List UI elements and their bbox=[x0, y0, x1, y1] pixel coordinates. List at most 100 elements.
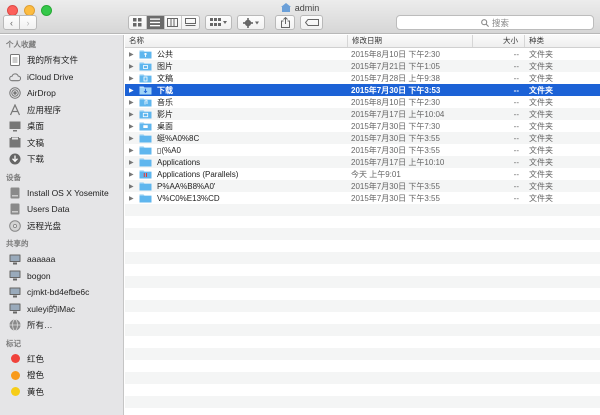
file-name: P%AA%B8%A0' bbox=[157, 181, 216, 191]
table-row[interactable]: ▶ 桌面 2015年7月30日 下午7:30 -- 文件夹 bbox=[125, 120, 600, 132]
sidebar-item-device-2[interactable]: 远程光盘 bbox=[0, 218, 123, 235]
sidebar-item-shared-0[interactable]: aaaaaa bbox=[0, 251, 123, 268]
icon-view-button[interactable] bbox=[129, 16, 147, 29]
file-name-cell: ▶ 下载 bbox=[125, 85, 348, 96]
file-name-cell: ▶ V%C0%E13%CD bbox=[125, 193, 348, 203]
table-row[interactable]: ▶ P%AA%B8%A0' 2015年7月30日 下午3:55 -- 文件夹 bbox=[125, 180, 600, 192]
table-row[interactable]: ▶ 音乐 2015年8月10日 下午2:30 -- 文件夹 bbox=[125, 96, 600, 108]
sidebar-item-tag-0[interactable]: 红色 bbox=[0, 351, 123, 368]
cover-flow-button[interactable] bbox=[182, 16, 199, 29]
sidebar-item-shared-3[interactable]: xuleyi的iMac bbox=[0, 301, 123, 318]
folder-icon bbox=[139, 134, 152, 143]
file-name-cell: ▶ ▯(%A0 bbox=[125, 145, 348, 155]
table-row[interactable]: ▶ Applications 2015年7月17日 上午10:10 -- 文件夹 bbox=[125, 156, 600, 168]
column-header-kind[interactable]: 种类 bbox=[525, 35, 600, 47]
table-row[interactable]: ▶ 公共 2015年8月10日 下午2:30 -- 文件夹 bbox=[125, 48, 600, 60]
documents-folder-icon bbox=[139, 74, 152, 83]
file-name: Applications bbox=[157, 157, 201, 167]
disclosure-triangle-icon[interactable]: ▶ bbox=[129, 51, 139, 58]
table-row[interactable]: ▶ 图片 2015年7月21日 下午1:05 -- 文件夹 bbox=[125, 60, 600, 72]
sidebar-item-device-0[interactable]: Install OS X Yosemite bbox=[0, 185, 123, 202]
disclosure-triangle-icon[interactable]: ▶ bbox=[129, 183, 139, 190]
file-size: -- bbox=[513, 169, 519, 179]
table-row[interactable]: ▶ V%C0%E13%CD 2015年7月30日 下午3:55 -- 文件夹 bbox=[125, 192, 600, 204]
file-date: 今天 上午9:01 bbox=[351, 169, 401, 179]
sidebar-item-favorite-0[interactable]: 我的所有文件 bbox=[0, 52, 123, 69]
action-menu-button[interactable] bbox=[237, 15, 265, 30]
file-name-cell: ▶ P%AA%B8%A0' bbox=[125, 181, 348, 191]
columns-icon bbox=[167, 18, 179, 27]
disclosure-triangle-icon[interactable]: ▶ bbox=[129, 135, 139, 142]
file-name-cell: ▶ 音乐 bbox=[125, 97, 348, 108]
forward-button[interactable]: › bbox=[19, 15, 37, 30]
sidebar-item-favorite-1[interactable]: iCloud Drive bbox=[0, 69, 123, 86]
disk-icon bbox=[9, 187, 21, 199]
empty-row bbox=[125, 384, 600, 396]
sidebar-item-label: bogon bbox=[27, 270, 51, 281]
disclosure-triangle-icon[interactable]: ▶ bbox=[129, 147, 139, 154]
sidebar-item-favorite-6[interactable]: 下载 bbox=[0, 151, 123, 168]
sidebar-item-tag-1[interactable]: 橙色 bbox=[0, 367, 123, 384]
sidebar-item-shared-4[interactable]: 所有… bbox=[0, 317, 123, 334]
grid-icon bbox=[132, 18, 142, 27]
gear-icon bbox=[242, 17, 259, 28]
sidebar-item-label: 远程光盘 bbox=[27, 220, 62, 231]
window-title-text: admin bbox=[294, 3, 320, 13]
back-button[interactable]: ‹ bbox=[3, 15, 20, 30]
file-kind: 文件夹 bbox=[529, 133, 553, 143]
sidebar-item-label: xuleyi的iMac bbox=[27, 303, 76, 314]
disclosure-triangle-icon[interactable]: ▶ bbox=[129, 123, 139, 130]
column-header-name[interactable]: 名称 bbox=[125, 35, 348, 47]
column-header-size[interactable]: 大小 bbox=[473, 35, 525, 47]
sidebar-item-shared-1[interactable]: bogon bbox=[0, 268, 123, 285]
file-size: -- bbox=[513, 181, 519, 191]
table-row[interactable]: ▶ ▯(%A0 2015年7月30日 下午3:55 -- 文件夹 bbox=[125, 144, 600, 156]
disclosure-triangle-icon[interactable]: ▶ bbox=[129, 99, 139, 106]
table-row[interactable]: ▶ Applications (Parallels) 今天 上午9:01 -- 文件夹 bbox=[125, 168, 600, 180]
file-name: 影片 bbox=[157, 109, 173, 119]
edit-tags-button[interactable] bbox=[300, 15, 323, 30]
sidebar-item-label: 我的所有文件 bbox=[27, 55, 79, 66]
sidebar-item-shared-2[interactable]: cjmkt-bd4efbe6c bbox=[0, 284, 123, 301]
sidebar-item-favorite-5[interactable]: 文稿 bbox=[0, 135, 123, 152]
disk-icon bbox=[9, 203, 21, 215]
column-header-date[interactable]: 修改日期 bbox=[348, 35, 473, 47]
empty-row bbox=[125, 372, 600, 384]
sidebar-item-device-1[interactable]: Users Data bbox=[0, 201, 123, 218]
pictures-folder-icon bbox=[139, 62, 152, 71]
disclosure-triangle-icon[interactable]: ▶ bbox=[129, 75, 139, 82]
downloads-icon bbox=[9, 153, 21, 165]
sidebar-item-tag-2[interactable]: 黄色 bbox=[0, 384, 123, 401]
empty-row bbox=[125, 264, 600, 276]
disclosure-triangle-icon[interactable]: ▶ bbox=[129, 87, 139, 94]
remote-disc-icon bbox=[9, 219, 21, 232]
desktop-folder-icon bbox=[139, 122, 152, 131]
list-view-button[interactable] bbox=[146, 16, 165, 29]
column-view-button[interactable] bbox=[165, 16, 183, 29]
monitor-icon bbox=[9, 253, 21, 265]
disclosure-triangle-icon[interactable]: ▶ bbox=[129, 63, 139, 70]
file-date: 2015年7月21日 下午1:05 bbox=[351, 61, 440, 71]
sidebar-item-favorite-2[interactable]: AirDrop bbox=[0, 85, 123, 102]
share-button[interactable] bbox=[275, 15, 295, 30]
disclosure-triangle-icon[interactable]: ▶ bbox=[129, 195, 139, 202]
arrange-button[interactable] bbox=[205, 15, 232, 30]
sidebar-section-tags: 标记 bbox=[6, 338, 21, 348]
file-date: 2015年7月30日 下午3:55 bbox=[351, 145, 440, 155]
network-icon bbox=[9, 319, 21, 332]
sidebar-item-favorite-3[interactable]: 应用程序 bbox=[0, 102, 123, 119]
table-row[interactable]: ▶ 文稿 2015年7月28日 上午9:38 -- 文件夹 bbox=[125, 72, 600, 84]
disclosure-triangle-icon[interactable]: ▶ bbox=[129, 171, 139, 178]
table-row[interactable]: ▶ 影片 2015年7月17日 上午10:04 -- 文件夹 bbox=[125, 108, 600, 120]
disclosure-triangle-icon[interactable]: ▶ bbox=[129, 159, 139, 166]
empty-row bbox=[125, 312, 600, 324]
disclosure-triangle-icon[interactable]: ▶ bbox=[129, 111, 139, 118]
arrange-grid-icon bbox=[210, 18, 227, 26]
sidebar-item-favorite-4[interactable]: 桌面 bbox=[0, 118, 123, 135]
column-header-row: 名称 修改日期 大小 种类 bbox=[125, 35, 600, 48]
empty-row bbox=[125, 396, 600, 408]
search-field[interactable]: 搜索 bbox=[396, 15, 594, 30]
table-row[interactable]: ▶ 蜓%A0%8C 2015年7月30日 下午3:55 -- 文件夹 bbox=[125, 132, 600, 144]
table-row[interactable]: ▶ 下载 2015年7月30日 下午3:53 -- 文件夹 bbox=[125, 84, 600, 96]
sidebar-section-favorites: 个人收藏 bbox=[6, 40, 36, 49]
